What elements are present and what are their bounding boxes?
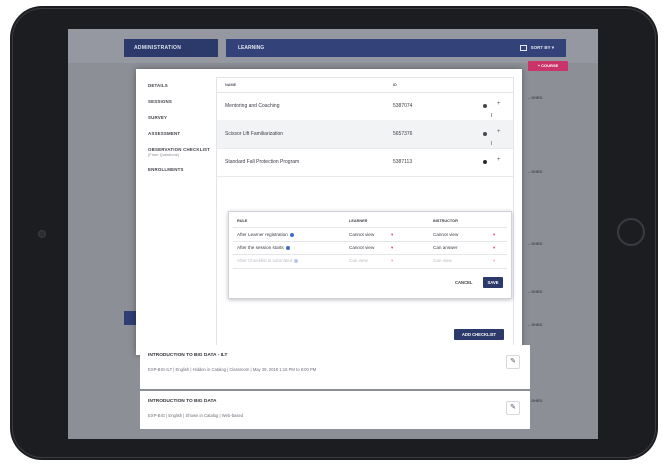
camera-icon	[38, 230, 46, 238]
course-meta: EXP-BIG-ILT | English | Hidden in Catalo…	[148, 367, 317, 372]
info-icon[interactable]	[285, 245, 290, 250]
nav-item-label: OBSERVATION CHECKLIST	[148, 147, 211, 152]
modal-side-nav: DETAILS SESSIONS SURVEY ASSESSMENT OBSER…	[136, 69, 214, 355]
table-row[interactable]: Standard Fall Protection Program 5387113…	[217, 148, 513, 177]
column-header-learner: LEARNER	[349, 219, 368, 223]
chevron-down-icon[interactable]: ▾	[493, 245, 495, 251]
info-icon[interactable]	[289, 232, 294, 237]
add-checklist-button[interactable]: ADD CHECKLIST	[454, 329, 504, 340]
divider	[233, 241, 507, 242]
chevron-down-icon[interactable]: ▾	[493, 232, 495, 238]
learning-bar: LEARNING SORT BY ▾	[226, 39, 566, 57]
status-badge: ...SHED	[528, 169, 543, 174]
column-header-name: NAME	[225, 83, 237, 87]
course-title: INTRODUCTION TO BIG DATA	[148, 399, 217, 404]
learner-select[interactable]: Cannot view	[349, 245, 374, 250]
nav-item-observation-checklist[interactable]: OBSERVATION CHECKLIST (From Questions)	[148, 147, 210, 157]
status-badge: ...SHED	[528, 95, 543, 100]
course-settings-modal: DETAILS SESSIONS SURVEY ASSESSMENT OBSER…	[136, 69, 522, 355]
home-button[interactable]	[617, 218, 645, 246]
edit-icon[interactable]: ✎	[506, 355, 520, 369]
nav-item-enrollments[interactable]: ENROLLMENTS	[148, 167, 184, 172]
expand-icon[interactable]: +	[497, 101, 501, 107]
expand-icon[interactable]: +	[497, 157, 501, 163]
tablet-screen: ADMINISTRATION LEARNING SORT BY ▾ + COUR…	[68, 29, 598, 439]
section-title: LEARNING	[238, 45, 265, 51]
chevron-down-icon[interactable]: ▾	[493, 258, 495, 264]
course-meta: EXP-BIG | English | Shown in Catalog | W…	[148, 413, 244, 418]
status-badge: ...SHED	[528, 241, 543, 246]
divider-tick	[491, 141, 492, 145]
course-title: INTRODUCTION TO BIG DATA - ILT	[148, 353, 228, 358]
column-header-instructor: INSTRUCTOR	[433, 219, 458, 223]
learner-select[interactable]: Can view	[349, 258, 368, 263]
rule-label: After the session starts	[237, 245, 290, 250]
chevron-down-icon[interactable]: ▾	[391, 232, 393, 238]
nav-item-assessment[interactable]: ASSESSMENT	[148, 131, 180, 136]
status-badge: ...SHED	[528, 398, 543, 403]
table-row[interactable]: Scissor Lift Familiarization 5657376 +	[217, 120, 513, 149]
column-header-id: ID	[393, 83, 397, 87]
instructor-select[interactable]: Cannot view	[433, 232, 458, 237]
rule-text: After Checklist is submitted	[237, 258, 293, 263]
divider	[233, 268, 507, 269]
popover-arrow	[488, 345, 502, 353]
sort-by-label: SORT BY	[530, 45, 551, 50]
new-course-button[interactable]: + COURSE	[528, 61, 568, 71]
column-header-rule: RULE	[237, 219, 248, 223]
row-id: 5657376	[393, 131, 413, 137]
row-id: 5387074	[393, 103, 413, 109]
visibility-icon[interactable]	[483, 160, 487, 164]
chevron-down-icon[interactable]: ▾	[391, 245, 393, 251]
divider	[233, 254, 507, 255]
rule-label: After Checklist is submitted	[237, 258, 299, 263]
save-button[interactable]: SAVE	[483, 277, 503, 288]
sort-by-dropdown[interactable]: SORT BY ▾	[519, 39, 554, 57]
row-id: 5387113	[393, 159, 413, 165]
nav-item-details[interactable]: DETAILS	[148, 83, 168, 88]
learner-select[interactable]: Cannot view	[349, 232, 374, 237]
row-name: Mentoring and Coaching	[225, 103, 280, 109]
visibility-icon[interactable]	[483, 132, 487, 136]
info-icon[interactable]	[294, 258, 299, 263]
visibility-rules-popover: RULE LEARNER INSTRUCTOR After Learner re…	[228, 211, 512, 299]
rule-text: After Learner registration	[237, 232, 288, 237]
table-header: NAME ID	[217, 78, 513, 93]
calendar-icon	[519, 44, 527, 51]
app-header: ADMINISTRATION LEARNING SORT BY ▾	[68, 29, 598, 63]
cancel-button[interactable]: CANCEL	[455, 280, 472, 285]
status-badge: ...SHED	[528, 322, 543, 327]
course-card[interactable]: INTRODUCTION TO BIG DATA EXP-BIG | Engli…	[140, 391, 530, 429]
edit-icon[interactable]: ✎	[506, 401, 520, 415]
nav-item-sessions[interactable]: SESSIONS	[148, 99, 172, 104]
row-name: Standard Fall Protection Program	[225, 159, 300, 165]
chevron-down-icon[interactable]: ▾	[391, 258, 393, 264]
divider	[233, 227, 507, 228]
nav-item-sublabel: (From Questions)	[148, 153, 180, 157]
course-card[interactable]: INTRODUCTION TO BIG DATA - ILT EXP-BIG-I…	[140, 345, 530, 389]
rule-text: After the session starts	[237, 245, 284, 250]
table-row[interactable]: Mentoring and Coaching 5387074 +	[217, 92, 513, 121]
background-course-marker	[124, 311, 136, 325]
nav-item-survey[interactable]: SURVEY	[148, 115, 167, 120]
rule-label: After Learner registration	[237, 232, 294, 237]
visibility-icon[interactable]	[483, 104, 487, 108]
row-name: Scissor Lift Familiarization	[225, 131, 284, 137]
instructor-select[interactable]: Can answer	[433, 245, 458, 250]
divider-tick	[491, 113, 492, 117]
instructor-select[interactable]: Can view	[433, 258, 452, 263]
status-badge: ...SHED	[528, 289, 543, 294]
administration-tab[interactable]: ADMINISTRATION	[124, 39, 218, 57]
expand-icon[interactable]: +	[497, 129, 501, 135]
